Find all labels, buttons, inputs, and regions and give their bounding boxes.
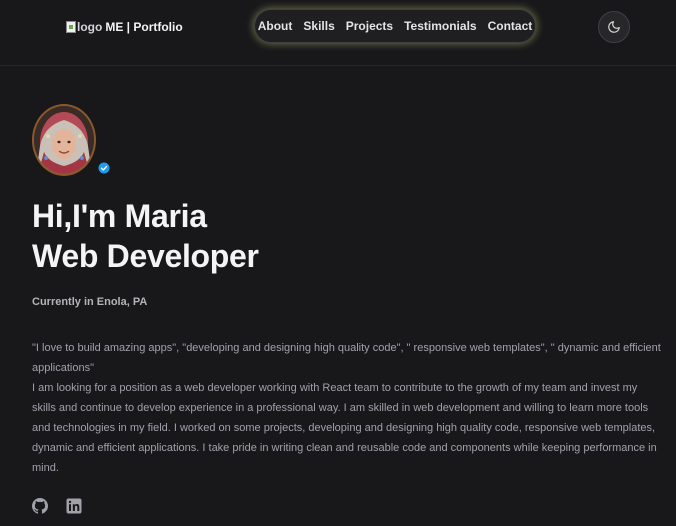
nav-link-testimonials[interactable]: Testimonials: [404, 19, 476, 33]
moon-icon: [608, 21, 620, 33]
verified-check-icon: [98, 162, 110, 174]
theme-toggle-button[interactable]: [598, 11, 630, 43]
github-icon: [32, 498, 48, 514]
bio-quote: "I love to build amazing apps", "develop…: [32, 342, 661, 374]
hero-role: Web Developer: [32, 238, 259, 274]
site-header: logo ME | Portfolio About Skills Project…: [0, 0, 676, 66]
linkedin-link[interactable]: [66, 498, 82, 514]
nav-link-about[interactable]: About: [258, 19, 293, 33]
bio-text: I am looking for a position as a web dev…: [32, 382, 657, 474]
nav-link-projects[interactable]: Projects: [346, 19, 393, 33]
broken-image-icon: [66, 21, 76, 33]
social-links: [32, 498, 82, 514]
bio: "I love to build amazing apps", "develop…: [32, 338, 662, 478]
logo[interactable]: logo ME | Portfolio: [66, 18, 183, 36]
logo-alt-text: logo: [77, 20, 103, 34]
nav-link-skills[interactable]: Skills: [303, 19, 334, 33]
linkedin-icon: [66, 498, 82, 514]
profile-avatar-wrap: [32, 104, 110, 176]
github-link[interactable]: [32, 498, 48, 514]
location-text: Currently in Enola, PA: [32, 296, 148, 308]
logo-text: ME | Portfolio: [105, 20, 183, 34]
avatar: [32, 104, 96, 176]
hero-title: Hi,I'm Maria Web Developer: [32, 196, 259, 276]
hero-greeting: Hi,I'm Maria: [32, 198, 207, 234]
main-nav: About Skills Projects Testimonials Conta…: [254, 9, 536, 43]
nav-link-contact[interactable]: Contact: [488, 19, 533, 33]
